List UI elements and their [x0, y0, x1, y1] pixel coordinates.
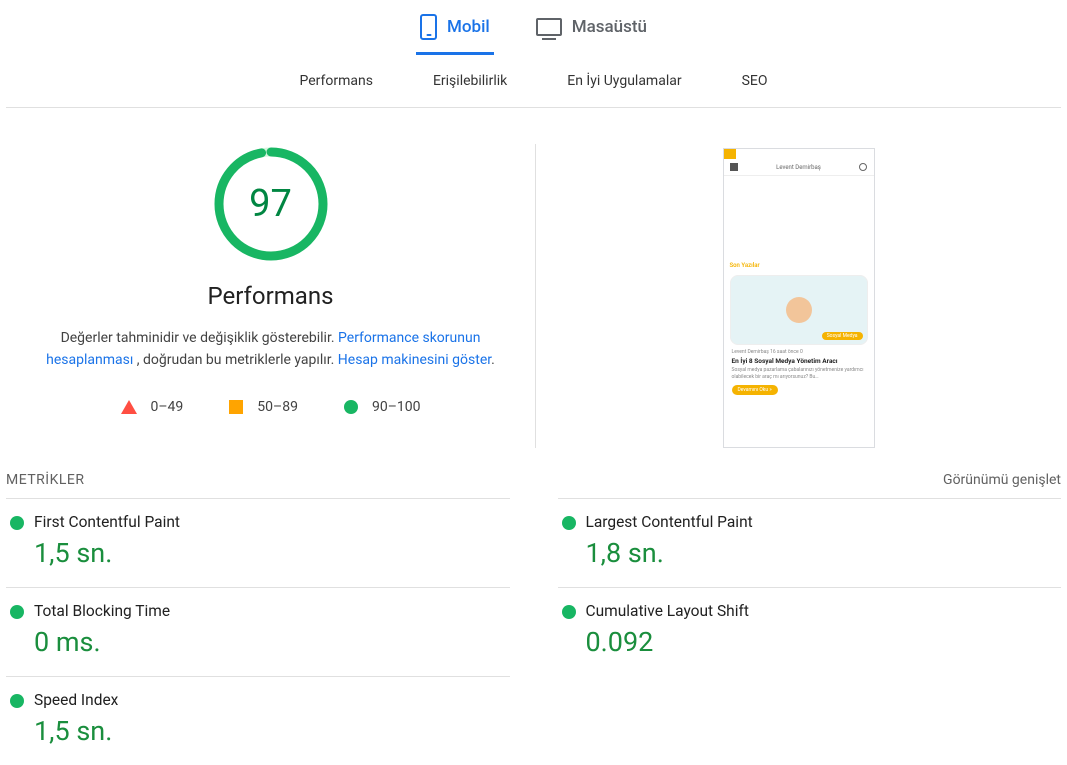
- legend-avg: 50–89: [229, 399, 298, 415]
- performance-description: Değerler tahminidir ve değişiklik göster…: [36, 328, 506, 371]
- preview-button: Devamını Oku »: [732, 385, 778, 395]
- category-row: Performans Erişilebilirlik En İyi Uygula…: [0, 55, 1067, 107]
- avatar-icon: [786, 297, 812, 323]
- legend-bad-label: 0–49: [151, 399, 184, 415]
- preview-body: Sosyal medya pazarlama çabalarınızı yöne…: [724, 365, 874, 382]
- screenshot-panel: Levent Demirbaş Son Yazılar Sosyal Medya…: [536, 144, 1061, 448]
- category-best-practices[interactable]: En İyi Uygulamalar: [567, 73, 681, 89]
- metric-lcp: Largest Contentful Paint 1,8 sn.: [558, 498, 1062, 587]
- desktop-icon: [536, 18, 562, 36]
- preview-meta: Levent Demirbaş 16 saat önce 0: [724, 347, 874, 357]
- performance-summary: 97 Performans Değerler tahminidir ve değ…: [6, 144, 536, 448]
- square-icon: [229, 400, 243, 414]
- metric-name: Cumulative Layout Shift: [586, 602, 1058, 620]
- preview-title: En İyi 8 Sosyal Medya Yönetim Aracı: [724, 357, 874, 365]
- search-icon: [859, 163, 867, 171]
- circle-icon: [344, 400, 358, 414]
- grid-icon: [730, 163, 738, 171]
- preview-topbar: Levent Demirbaş: [724, 159, 874, 176]
- preview-card: Sosyal Medya: [730, 275, 868, 345]
- gauge-title: Performans: [208, 282, 334, 310]
- metric-name: First Contentful Paint: [34, 513, 506, 531]
- tab-mobile-label: Mobil: [447, 17, 490, 37]
- metric-name: Total Blocking Time: [34, 602, 506, 620]
- category-performance[interactable]: Performans: [299, 73, 372, 89]
- preview-badge: Sosyal Medya: [822, 332, 863, 340]
- legend-good-label: 90–100: [372, 399, 421, 415]
- category-seo[interactable]: SEO: [742, 73, 768, 89]
- legend-bad: 0–49: [121, 399, 184, 415]
- tab-desktop-label: Masaüstü: [572, 17, 647, 37]
- desc-post: .: [491, 352, 495, 368]
- status-dot-icon: [562, 516, 576, 530]
- metrics-grid: First Contentful Paint 1,5 sn. Largest C…: [0, 498, 1067, 765]
- desc-mid: , doğrudan bu metriklerle yapılır.: [133, 352, 337, 368]
- metric-value: 1,8 sn.: [586, 537, 1058, 569]
- device-tabs: Mobil Masaüstü: [0, 0, 1067, 55]
- metric-cls: Cumulative Layout Shift 0.092: [558, 587, 1062, 676]
- preview-accent-bar: [724, 149, 736, 159]
- metric-name: Speed Index: [34, 691, 506, 709]
- metric-tbt: Total Blocking Time 0 ms.: [6, 587, 510, 676]
- status-dot-icon: [562, 605, 576, 619]
- metric-name: Largest Contentful Paint: [586, 513, 1058, 531]
- triangle-icon: [121, 400, 137, 414]
- status-dot-icon: [10, 694, 24, 708]
- preview-brand: Levent Demirbaş: [776, 164, 821, 171]
- mobile-icon: [420, 14, 437, 40]
- metric-value: 1,5 sn.: [34, 537, 506, 569]
- metric-fcp: First Contentful Paint 1,5 sn.: [6, 498, 510, 587]
- tab-desktop[interactable]: Masaüstü: [532, 8, 651, 55]
- performance-gauge: 97: [211, 144, 331, 264]
- metrics-title: METRİKLER: [6, 472, 85, 488]
- status-dot-icon: [10, 605, 24, 619]
- metric-value: 1,5 sn.: [34, 715, 506, 747]
- metric-value: 0 ms.: [34, 626, 506, 658]
- category-accessibility[interactable]: Erişilebilirlik: [433, 73, 507, 89]
- status-dot-icon: [10, 516, 24, 530]
- link-calculator[interactable]: Hesap makinesini göster: [338, 352, 491, 368]
- page-screenshot: Levent Demirbaş Son Yazılar Sosyal Medya…: [723, 148, 875, 448]
- legend-good: 90–100: [344, 399, 421, 415]
- metric-value: 0.092: [586, 626, 1058, 658]
- expand-view[interactable]: Görünümü genişlet: [943, 472, 1061, 488]
- desc-pre: Değerler tahminidir ve değişiklik göster…: [61, 330, 338, 346]
- tab-mobile[interactable]: Mobil: [416, 8, 494, 55]
- preview-section: Son Yazılar: [724, 176, 874, 273]
- score-legend: 0–49 50–89 90–100: [121, 399, 421, 415]
- gauge-score: 97: [211, 144, 331, 264]
- legend-avg-label: 50–89: [257, 399, 298, 415]
